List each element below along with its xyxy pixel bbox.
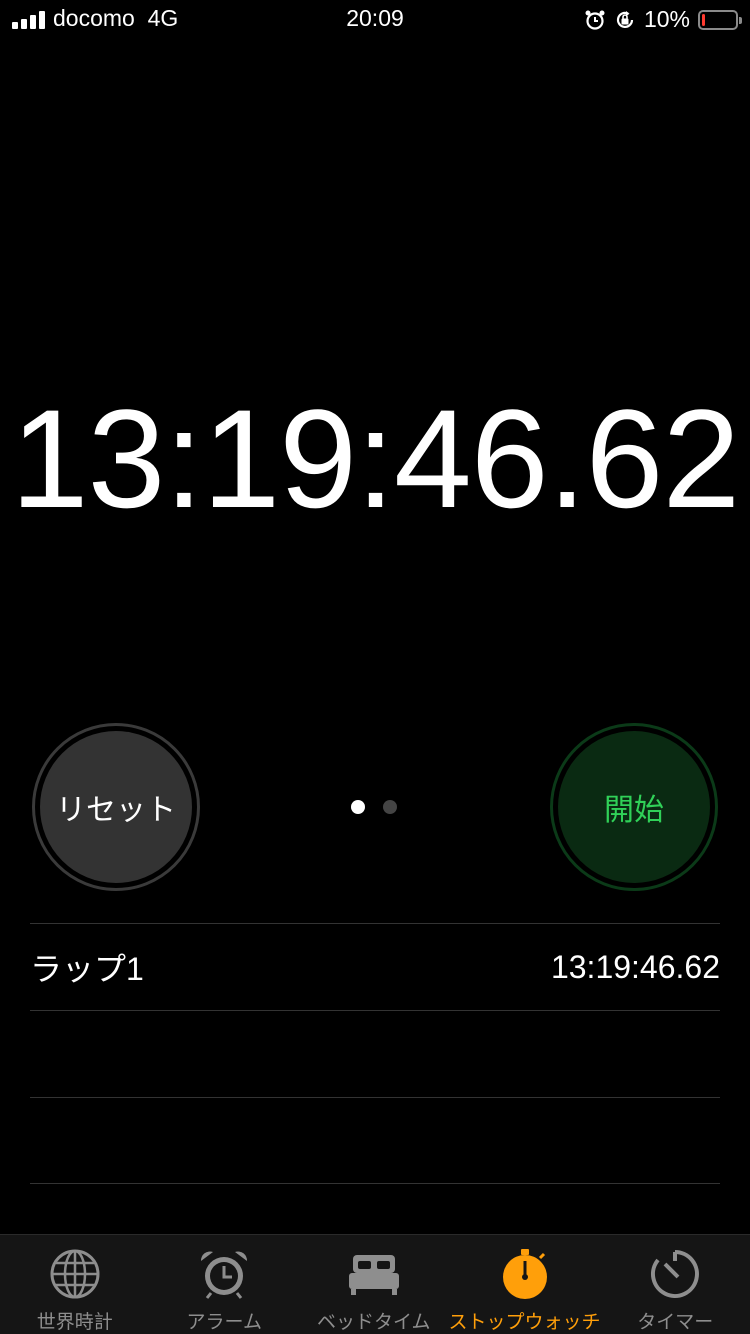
tab-bar: 世界時計 アラーム ベッドタイム ストップウォッチ タイマー [0, 1234, 750, 1334]
reset-button[interactable]: リセット [32, 723, 200, 891]
stopwatch-icon [502, 1249, 547, 1299]
tab-alarm[interactable]: アラーム [150, 1235, 300, 1334]
lap-row-empty [30, 1097, 720, 1184]
tab-bedtime[interactable]: ベッドタイム [299, 1235, 449, 1334]
page-dot-2 [383, 800, 397, 814]
tab-label: タイマー [637, 1311, 714, 1333]
battery-percentage: 10% [643, 6, 690, 32]
orientation-lock-icon [616, 10, 634, 28]
tab-world-clock[interactable]: 世界時計 [0, 1235, 150, 1334]
status-right: 10% [584, 6, 742, 33]
lap-row: ラップ1 13:19:46.62 [30, 923, 720, 1010]
lap-time: 13:19:46.62 [550, 948, 720, 985]
globe-icon [50, 1249, 100, 1299]
stopwatch-time: 13:19:46.62 [10, 380, 741, 537]
alarm-icon [585, 10, 605, 30]
tab-stopwatch[interactable]: ストップウォッチ [449, 1235, 601, 1334]
lap-list[interactable]: ラップ1 13:19:46.62 [30, 923, 720, 1184]
alarm-clock-icon [201, 1251, 248, 1299]
timer-icon [651, 1250, 700, 1298]
page-indicator[interactable] [351, 800, 397, 814]
tab-label: ストップウォッチ [448, 1311, 601, 1333]
start-button-label: 開始 [558, 731, 710, 883]
battery-level [702, 13, 705, 26]
page-dot-1 [351, 800, 365, 814]
start-button[interactable]: 開始 [550, 723, 718, 891]
tab-label: ベッドタイム [316, 1311, 431, 1333]
reset-button-label: リセット [40, 731, 192, 883]
battery-icon [698, 9, 742, 30]
tab-label: アラーム [186, 1311, 262, 1333]
status-bar: docomo 4G 20:09 10% [0, 0, 750, 40]
tab-timer[interactable]: タイマー [601, 1235, 750, 1334]
lap-row-empty [30, 1010, 720, 1097]
bed-icon [348, 1255, 399, 1295]
lap-label: ラップ1 [30, 951, 144, 987]
tab-label: 世界時計 [36, 1311, 113, 1333]
